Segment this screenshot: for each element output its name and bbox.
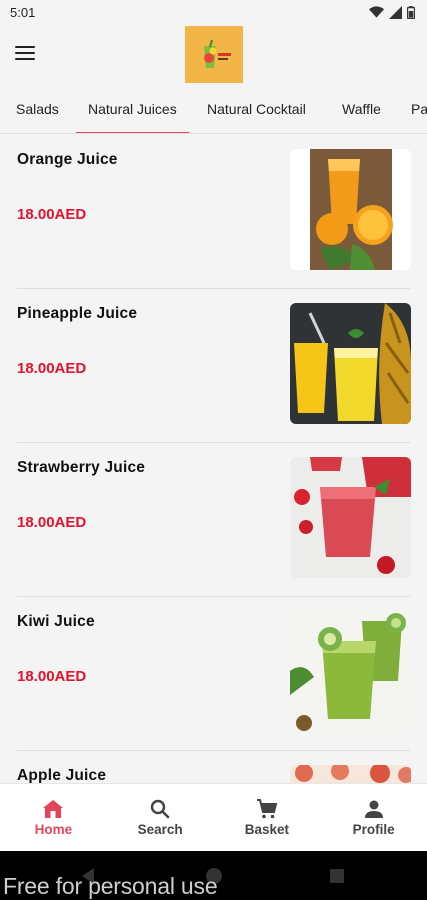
product-price: 18.00AED xyxy=(17,206,87,223)
strawberry-juice-image xyxy=(290,457,411,578)
nav-search-label: Search xyxy=(137,822,183,837)
product-name: Apple Juice xyxy=(17,767,107,783)
person-icon xyxy=(364,800,383,818)
tab-partial[interactable]: Pa xyxy=(411,90,427,133)
status-time: 5:01 xyxy=(10,5,36,20)
product-price: 18.00AED xyxy=(17,514,87,531)
battery-icon xyxy=(407,6,415,19)
nav-basket[interactable]: Basket xyxy=(214,784,321,851)
nav-profile[interactable]: Profile xyxy=(320,784,427,851)
category-tabs: Salads Natural Juices Natural Cocktail W… xyxy=(0,90,427,134)
product-item-orange-juice[interactable]: Orange Juice 18.00AED xyxy=(0,135,427,289)
tab-salads[interactable]: Salads xyxy=(16,90,59,133)
nav-search[interactable]: Search xyxy=(107,784,214,851)
juice-logo-icon xyxy=(185,26,243,83)
nav-home-label: Home xyxy=(34,822,73,837)
pineapple-juice-image xyxy=(290,303,411,424)
app-bar xyxy=(0,26,427,86)
product-list: Orange Juice 18.00AED Pineapple Juice 18… xyxy=(0,135,427,783)
product-item-kiwi-juice[interactable]: Kiwi Juice 18.00AED xyxy=(0,597,427,751)
product-name: Strawberry Juice xyxy=(17,459,146,476)
tab-waffle[interactable]: Waffle xyxy=(342,90,381,133)
home-icon xyxy=(43,800,64,818)
kiwi-juice-image xyxy=(290,611,411,732)
hamburger-icon[interactable] xyxy=(15,46,35,62)
status-icons xyxy=(369,6,415,19)
product-item-pineapple-juice[interactable]: Pineapple Juice 18.00AED xyxy=(0,289,427,443)
product-name: Orange Juice xyxy=(17,151,118,168)
nav-profile-label: Profile xyxy=(352,822,395,837)
watermark-text: Free for personal use xyxy=(3,873,218,899)
bottom-nav: Home Search Basket Profile xyxy=(0,783,427,851)
status-bar: 5:01 xyxy=(0,0,427,26)
product-item-apple-juice[interactable]: Apple Juice xyxy=(0,751,427,783)
search-icon xyxy=(150,799,170,819)
orange-juice-image xyxy=(290,149,411,270)
cart-icon xyxy=(256,799,278,819)
product-price: 18.00AED xyxy=(17,668,87,685)
tab-natural-cocktail[interactable]: Natural Cocktail xyxy=(207,90,306,133)
product-price: 18.00AED xyxy=(17,360,87,377)
recents-icon[interactable] xyxy=(329,868,345,884)
wifi-icon xyxy=(369,6,384,18)
product-name: Pineapple Juice xyxy=(17,305,138,322)
product-item-strawberry-juice[interactable]: Strawberry Juice 18.00AED xyxy=(0,443,427,597)
nav-home[interactable]: Home xyxy=(0,784,107,851)
tab-natural-juices[interactable]: Natural Juices xyxy=(76,90,189,133)
signal-icon xyxy=(389,6,402,19)
product-name: Kiwi Juice xyxy=(17,613,95,630)
apple-juice-image xyxy=(290,765,411,783)
nav-basket-label: Basket xyxy=(244,822,290,837)
